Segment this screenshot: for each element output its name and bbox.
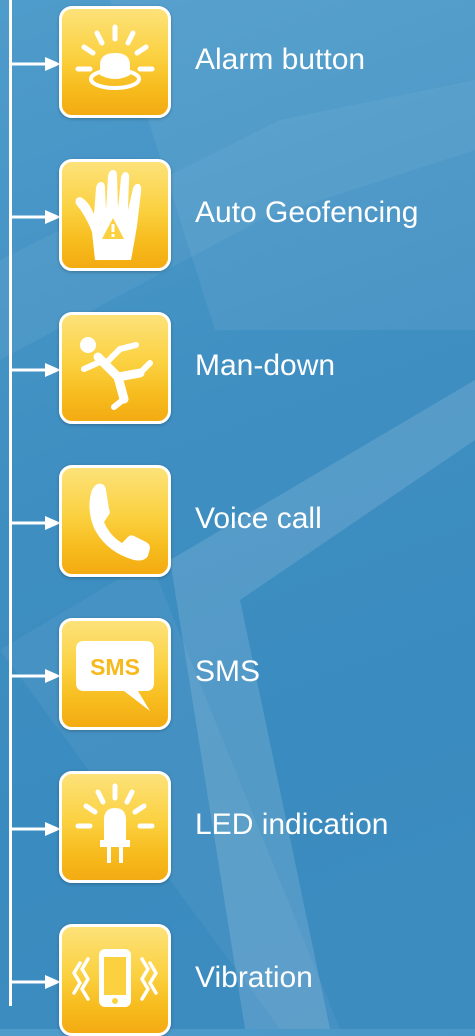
feature-item-auto-geofencing: Auto Geofencing — [0, 153, 475, 271]
feature-label: SMS — [195, 655, 261, 688]
feature-label: Voice call — [195, 502, 322, 535]
feature-label: Vibration — [195, 961, 313, 994]
geofence-hand-icon — [59, 159, 171, 271]
feature-item-led-indication: LED indication — [0, 765, 475, 883]
led-icon — [59, 771, 171, 883]
arrow-corner-icon — [9, 965, 61, 989]
arrow-icon — [9, 669, 61, 683]
feature-item-voice-call: Voice call — [0, 459, 475, 577]
vibrating-phone-icon — [59, 924, 171, 1036]
feature-label: Man-down — [195, 349, 336, 382]
feature-item-sms: SMS SMS — [0, 612, 475, 730]
arrow-icon — [9, 57, 61, 71]
alarm-button-icon — [59, 6, 171, 118]
phone-icon — [59, 465, 171, 577]
arrow-icon — [9, 822, 61, 836]
sms-bubble-icon: SMS — [59, 618, 171, 730]
arrow-icon — [9, 363, 61, 377]
sms-badge-text: SMS — [90, 654, 140, 680]
man-down-icon — [59, 312, 171, 424]
feature-label: LED indication — [195, 808, 389, 841]
feature-item-vibration: Vibration — [0, 918, 475, 1036]
arrow-icon — [9, 516, 61, 530]
feature-item-man-down: Man-down — [0, 306, 475, 424]
feature-label: Alarm button — [195, 43, 366, 76]
feature-label: Auto Geofencing — [195, 196, 419, 229]
feature-item-alarm-button: Alarm button — [0, 0, 475, 118]
arrow-icon — [9, 210, 61, 224]
